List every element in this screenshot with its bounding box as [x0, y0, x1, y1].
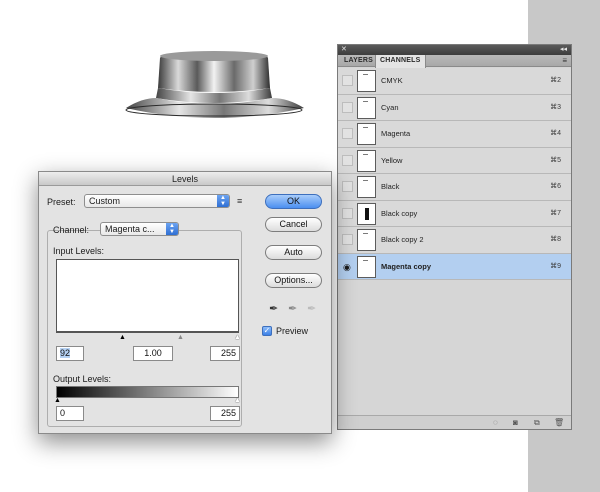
new-channel-icon[interactable]: ⧉: [534, 418, 540, 428]
output-white-slider[interactable]: ▲: [234, 397, 241, 404]
panel-menu-icon[interactable]: ≡: [562, 56, 567, 65]
channel-shortcut: ⌘6: [550, 183, 561, 190]
input-white-value: 255: [220, 348, 236, 358]
output-black-value: 0: [60, 408, 66, 418]
visibility-toggle[interactable]: [342, 234, 353, 245]
channel-thumbnail: [357, 255, 376, 278]
options-button[interactable]: Options...: [265, 273, 322, 288]
channel-shortcut: ⌘5: [550, 156, 561, 164]
channel-shortcut: ⌘3: [550, 103, 561, 111]
channel-name: Black copy 2: [381, 235, 424, 244]
channel-row-magenta-copy[interactable]: ◉ Magenta copy ⌘9: [338, 253, 571, 280]
gray-eyedropper-icon[interactable]: ✒: [288, 302, 297, 315]
preview-label: Preview: [276, 326, 309, 336]
visibility-toggle[interactable]: [342, 128, 353, 139]
visibility-toggle[interactable]: [342, 101, 353, 113]
channel-list: CMYK ⌘2 Cyan ⌘3 Magenta ⌘4 Yellow ⌘5 Bla…: [338, 68, 571, 280]
select-arrows-icon: ▲ ▼: [217, 195, 229, 207]
black-eyedropper-icon[interactable]: ✒: [269, 302, 278, 315]
white-eyedropper-icon[interactable]: ✒: [307, 302, 316, 315]
channel-name: Black copy: [381, 208, 418, 218]
panel-title-bar[interactable]: ✕ ◂◂: [338, 45, 571, 55]
panel-footer: ◌ ◙ ⧉ 🗑: [338, 415, 571, 429]
visibility-toggle[interactable]: [342, 181, 353, 192]
input-black-field[interactable]: 92: [56, 346, 84, 361]
auto-button[interactable]: Auto: [265, 245, 322, 260]
metal-part-image: [125, 51, 304, 118]
preset-label: Preset:: [47, 197, 76, 207]
channel-shortcut: ⌘8: [550, 236, 561, 243]
channel-row-black-copy[interactable]: Black copy ⌘7: [338, 200, 571, 227]
channel-name: CMYK: [381, 76, 403, 85]
visibility-toggle[interactable]: [342, 75, 353, 86]
channel-shortcut: ⌘2: [550, 77, 561, 84]
channel-thumbnail: [357, 96, 376, 119]
visibility-toggle[interactable]: [342, 207, 353, 219]
tab-layers[interactable]: LAYERS: [340, 55, 377, 67]
channel-value: Magenta c...: [105, 224, 155, 234]
channel-row-yellow[interactable]: Yellow ⌘5: [338, 147, 571, 174]
panel-tab-bar: LAYERS CHANNELS ≡: [338, 55, 571, 68]
output-gradient-bar: [56, 386, 239, 398]
channel-shortcut: ⌘9: [550, 262, 561, 270]
input-slider-track[interactable]: [56, 332, 239, 333]
channel-thumbnail: [357, 149, 376, 172]
output-black-field[interactable]: 0: [56, 406, 84, 421]
preset-value: Custom: [89, 196, 121, 206]
channel-select[interactable]: Magenta c... ▲ ▼: [100, 222, 179, 236]
preview-checkbox[interactable]: ✓: [262, 326, 272, 336]
trash-icon[interactable]: 🗑: [554, 418, 564, 427]
channel-label: Channel:: [53, 225, 90, 235]
channel-thumbnail: [357, 70, 376, 92]
channel-row-magenta[interactable]: Magenta ⌘4: [338, 121, 571, 148]
channel-row-cyan[interactable]: Cyan ⌘3: [338, 94, 571, 121]
dialog-title: Levels: [39, 172, 331, 186]
histogram: [56, 259, 239, 332]
black-point-slider[interactable]: ▲: [119, 334, 126, 341]
channel-thumbnail: [357, 229, 376, 251]
output-levels-label: Output Levels:: [53, 374, 112, 384]
channel-row-black-copy-2[interactable]: Black copy 2 ⌘8: [338, 227, 571, 254]
save-selection-icon[interactable]: ◙: [513, 418, 518, 427]
preset-select[interactable]: Custom ▲ ▼: [84, 194, 230, 208]
ok-button[interactable]: OK: [265, 194, 322, 209]
gamma-slider[interactable]: ▲: [177, 334, 184, 341]
preset-options-icon[interactable]: ≡: [237, 196, 242, 206]
input-gamma-field[interactable]: 1.00: [133, 346, 173, 361]
channels-panel: ✕ ◂◂ LAYERS CHANNELS ≡ CMYK ⌘2 Cyan ⌘3 M…: [337, 44, 572, 430]
channel-shortcut: ⌘4: [550, 130, 561, 137]
panel-collapse-icon[interactable]: ◂◂: [560, 46, 567, 54]
channel-thumbnail: [357, 202, 376, 225]
channel-row-cmyk[interactable]: CMYK ⌘2: [338, 68, 571, 95]
channel-thumbnail: [357, 123, 376, 145]
channel-name: Black: [381, 182, 400, 191]
white-point-slider[interactable]: ▲: [234, 334, 241, 341]
channel-row-black[interactable]: Black ⌘6: [338, 174, 571, 201]
eye-icon[interactable]: ◉: [343, 262, 351, 273]
input-gamma-value: 1.00: [144, 348, 162, 358]
input-white-field[interactable]: 255: [210, 346, 240, 361]
channel-name: Magenta copy: [381, 261, 432, 271]
input-levels-label: Input Levels:: [53, 246, 105, 256]
channel-name: Yellow: [381, 155, 403, 165]
channel-shortcut: ⌘7: [550, 209, 561, 217]
input-black-value: 92: [60, 348, 71, 358]
output-black-slider[interactable]: ▲: [54, 397, 61, 404]
channel-thumbnail: [357, 176, 376, 198]
output-white-field[interactable]: 255: [210, 406, 240, 421]
channel-name: Magenta: [381, 129, 411, 138]
load-selection-icon[interactable]: ◌: [493, 418, 498, 427]
select-arrows-icon: ▲ ▼: [166, 223, 178, 235]
levels-dialog: Levels Preset: Custom ▲ ▼ ≡ Channel: Mage…: [38, 171, 332, 434]
cancel-button[interactable]: Cancel: [265, 217, 322, 232]
panel-close-icon[interactable]: ✕: [341, 46, 347, 54]
channel-name: Cyan: [381, 102, 399, 112]
visibility-toggle[interactable]: [342, 154, 353, 166]
output-white-value: 255: [220, 408, 236, 418]
tab-channels[interactable]: CHANNELS: [375, 55, 426, 68]
